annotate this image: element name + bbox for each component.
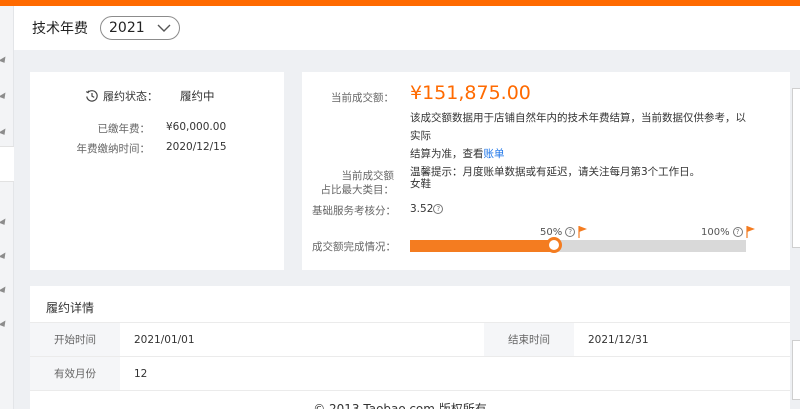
paid-fee-label: 已缴年费： [97,123,151,135]
description-line: 该成交额数据用于店铺自然年内的技术年费结算，当前数据仅供参考，以实际 [410,112,746,142]
progress-knob [546,237,563,253]
amount-description: 该成交额数据用于店铺自然年内的技术年费结算，当前数据仅供参考，以实际 结算为准，… [410,109,750,181]
end-time-label: 结束时间 [484,323,574,357]
service-score-value: 3.52 [410,203,434,215]
bill-link[interactable]: 账单 [484,148,505,160]
rail-arrow-icon[interactable] [0,218,10,230]
left-sidebar-rail [0,6,14,409]
rail-arrow-icon[interactable] [0,56,10,68]
footer-copyright: © 2013 Taobao.com 版权所有 [313,402,487,409]
page-header: 技术年费 2021 [14,6,800,50]
help-icon[interactable]: ? [565,227,576,237]
milestone-50: 50% ? [540,226,588,238]
year-select[interactable]: 2021 [100,16,180,40]
flag-icon [578,226,588,238]
start-time-value: 2021/01/01 [120,323,484,357]
valid-months-label: 有效月份 [30,357,120,391]
top-category-label-line2: 占比最大类目： [320,184,395,196]
progress-fill [410,240,555,252]
section-title: 履约详情 [46,301,95,315]
payment-time-value: 2020/12/15 [166,141,227,153]
top-category-label-line1: 当前成交额 [341,170,395,182]
rail-arrow-icon[interactable] [0,92,10,104]
status-label: 履约状态： [103,90,158,103]
end-time-value: 2021/12/31 [574,323,790,357]
rail-arrow-icon[interactable] [0,252,10,264]
side-panel-tab[interactable] [792,88,800,248]
milestone-100: 100% ? [701,226,756,238]
service-score-row: 3.52? [410,203,444,215]
milestone-label: 100% [701,226,730,238]
details-table: 开始时间 2021/01/01 结束时间 2021/12/31 有效月份 12 [30,322,790,391]
contract-status-row: 履约状态： 履约中 [85,88,215,104]
year-select-value: 2021 [109,20,145,36]
history-clock-icon [85,90,98,102]
top-category-value: 女鞋 [410,178,431,190]
rail-arrow-icon[interactable] [0,320,10,332]
help-icon[interactable]: ? [433,204,444,214]
chevron-down-icon [157,24,171,32]
page-title: 技术年费 [32,21,88,37]
status-value: 履约中 [180,89,215,103]
valid-months-value: 12 [120,357,790,391]
rail-active-item[interactable] [0,146,14,182]
flag-icon [745,226,755,238]
payment-time-label: 年费缴纳时间： [76,143,151,155]
top-category-label: 当前成交额 占比最大类目： [310,169,395,197]
current-amount-label: 当前成交额： [331,92,394,104]
current-amount-value: ¥151,875.00 [410,82,531,104]
service-score-label: 基础服务考核分： [312,205,396,217]
completion-label: 成交额完成情况： [312,241,396,253]
reminder-text: 温馨提示：月度账单数据或有延迟，请关注每月第3个工作日。 [410,166,701,178]
start-time-label: 开始时间 [30,323,120,357]
description-line-prefix: 结算为准，查看 [410,148,484,160]
completion-progress-bar [410,237,746,253]
help-icon[interactable]: ? [732,227,743,237]
description-line: 结算为准，查看账单 [410,145,750,163]
paid-fee-value: ¥60,000.00 [166,121,227,133]
rail-arrow-icon[interactable] [0,286,10,298]
side-panel-tab[interactable] [792,340,800,400]
milestone-label: 50% [540,226,563,238]
rail-arrow-icon[interactable] [0,128,10,140]
